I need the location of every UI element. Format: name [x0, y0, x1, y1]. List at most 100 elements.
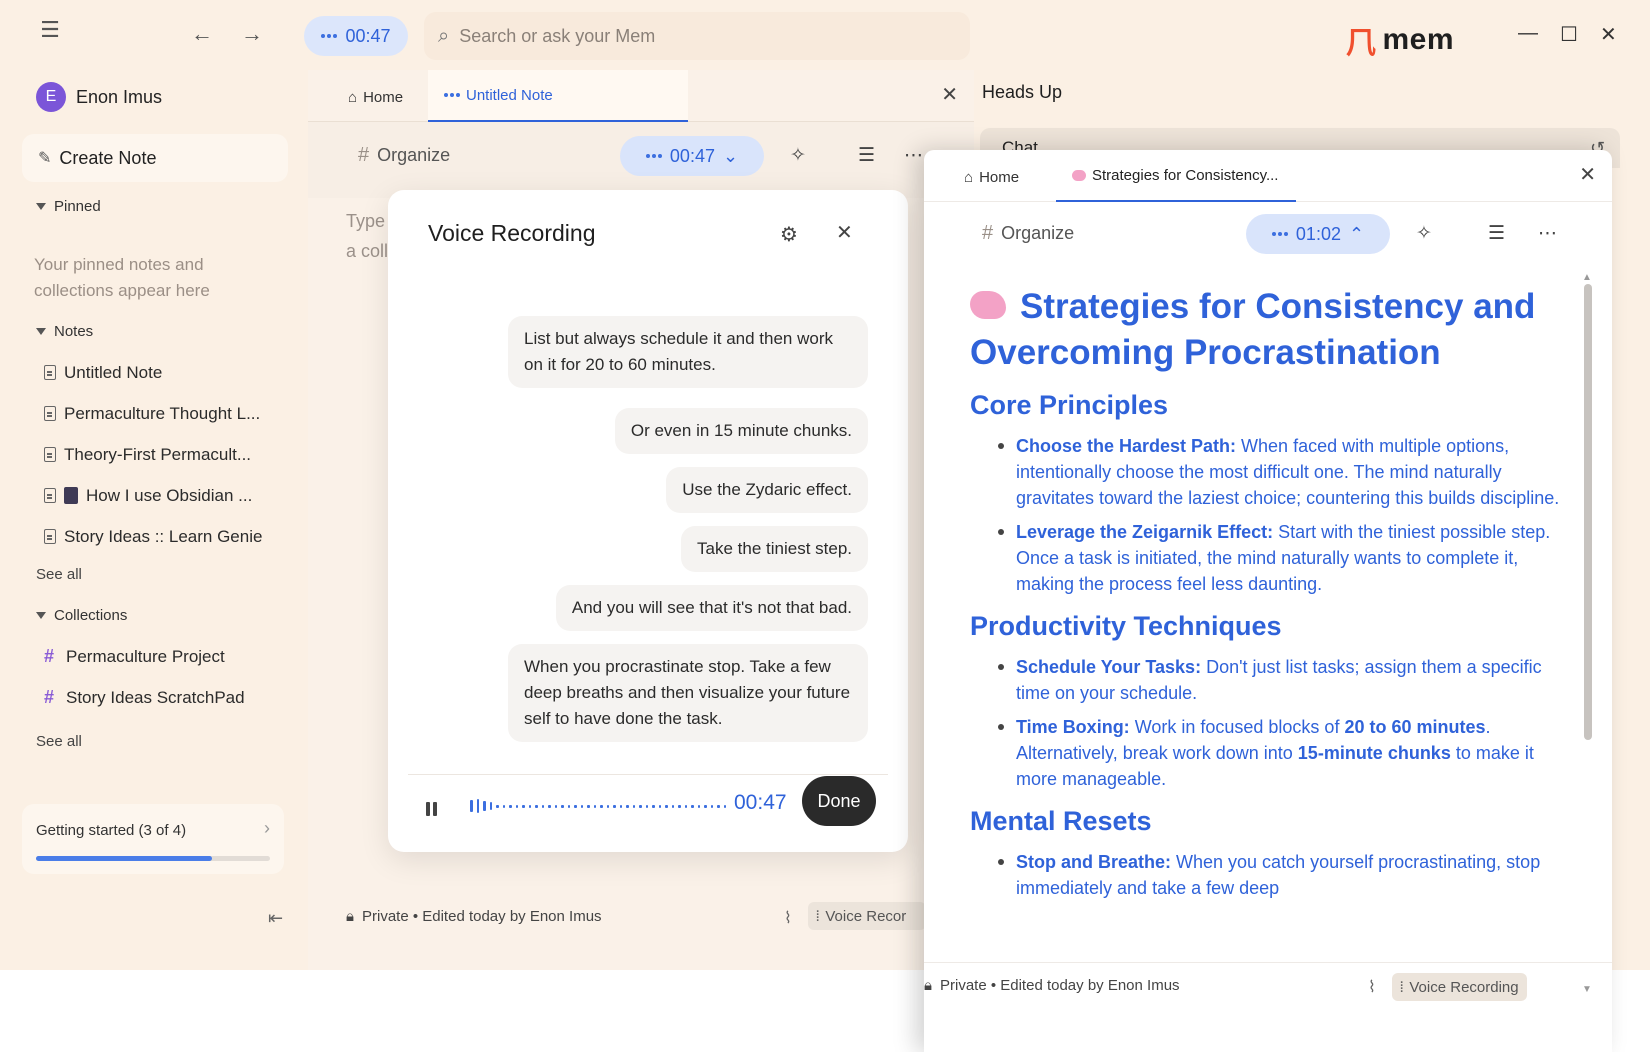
sidebar-collection-item[interactable]: # Story Ideas ScratchPad — [44, 677, 245, 718]
organize-button[interactable]: # Organize — [358, 144, 450, 167]
timer-text: 00:47 — [669, 145, 715, 166]
note-label: How I use Obsidian ... — [86, 485, 253, 505]
recording-dropdown[interactable]: 00:47 ⌄ — [620, 136, 764, 176]
waveform-bar — [691, 804, 694, 808]
waveform-bar — [489, 802, 492, 810]
voice-recording-chip[interactable]: ⦙ Voice Recor — [808, 902, 926, 930]
note-label: Untitled Note — [64, 362, 163, 382]
waveform-bar — [522, 804, 525, 808]
chevron-down-icon: ⌄ — [722, 145, 739, 166]
audio-waveform — [470, 799, 726, 813]
bold-term: Leverage the Zeigarnik Effect: — [1016, 522, 1274, 542]
attachment-icon[interactable]: ⌇ — [1368, 977, 1376, 997]
content-clip — [924, 942, 1612, 964]
sidebar-collection-item[interactable]: # Permaculture Project — [44, 636, 245, 677]
collections-section-toggle[interactable]: Collections — [36, 607, 127, 624]
maximize-icon[interactable]: ☐ — [1560, 22, 1578, 47]
more-icon[interactable]: ⋯ — [904, 144, 923, 167]
sidebar-note-item[interactable]: Theory-First Permacult... — [44, 434, 262, 475]
waveform-bar — [684, 804, 687, 808]
waveform-bar — [600, 804, 603, 808]
create-note-button[interactable]: ✎ Create Note — [22, 134, 288, 182]
recording-timer-pill[interactable]: 00:47 — [304, 16, 408, 56]
collections-list: # Permaculture Project # Story Ideas Scr… — [44, 636, 245, 718]
tab-label: Home — [979, 168, 1020, 186]
magic-wand-icon[interactable]: ✧ — [790, 144, 806, 167]
center-tabbar: ⌂ Home Untitled Note ✕ — [308, 70, 974, 122]
chevron-up-icon: ⌃ — [1348, 223, 1365, 244]
collections-see-all-link[interactable]: See all — [36, 733, 82, 750]
forward-arrow-icon[interactable]: → — [240, 21, 264, 46]
pinned-section-toggle[interactable]: Pinned — [36, 198, 101, 215]
sidebar-note-item[interactable]: Untitled Note — [44, 352, 262, 393]
attachment-icon[interactable]: ⌇ — [784, 908, 792, 928]
center-toolbar: # Organize 00:47 ⌄ ✧ ☰ ⋯ — [308, 122, 974, 198]
close-pane-icon[interactable]: ✕ — [941, 82, 958, 107]
waveform-bar — [548, 804, 551, 808]
search-input[interactable]: ⌕ Search or ask your Mem — [424, 12, 970, 60]
waveform-bar — [645, 804, 648, 808]
notes-see-all-link[interactable]: See all — [36, 566, 82, 583]
tab-home[interactable]: ⌂ Home — [348, 80, 403, 114]
tab-untitled-note[interactable]: Untitled Note — [428, 70, 688, 122]
outline-icon[interactable]: ☰ — [858, 144, 875, 167]
chip-label: Voice Recording — [1409, 978, 1519, 996]
close-panel-icon[interactable]: ✕ — [1579, 162, 1596, 187]
heads-up-title: Heads Up — [982, 82, 1063, 102]
bullet-list: Schedule Your Tasks: Don't just list tas… — [970, 654, 1560, 792]
waveform-bar — [593, 804, 596, 808]
waveform-bar — [515, 804, 518, 808]
more-icon[interactable]: ⋯ — [1538, 222, 1557, 245]
sidebar-note-item[interactable]: Story Ideas :: Learn Genie — [44, 516, 262, 557]
waveform-bar — [723, 804, 726, 808]
collapse-sidebar-icon[interactable]: ⇤ — [268, 908, 283, 929]
brain-icon — [970, 290, 1006, 319]
avatar: E — [36, 82, 66, 112]
transcript-bubble: List but always schedule it and then wor… — [508, 316, 868, 388]
user-name: Enon Imus — [76, 86, 163, 107]
collections-heading: Collections — [54, 607, 128, 624]
section-heading: Mental Resets — [970, 806, 1152, 836]
logo-mark-icon: ⺇ — [1346, 27, 1377, 60]
voice-recording-chip[interactable]: ⦙ Voice Recording — [1392, 973, 1527, 1001]
timer-text: 01:02 — [1295, 223, 1341, 244]
user-menu[interactable]: E Enon Imus — [36, 82, 162, 112]
note-label: Story Ideas :: Learn Genie — [64, 526, 263, 546]
magic-wand-icon[interactable]: ✧ — [1416, 222, 1432, 245]
getting-started-card[interactable]: Getting started (3 of 4) › — [22, 804, 284, 874]
waveform-bar — [652, 804, 655, 808]
section-heading: Productivity Techniques — [970, 611, 1282, 641]
pause-icon[interactable] — [426, 802, 437, 816]
waveform-bar — [710, 804, 713, 808]
notes-heading: Notes — [54, 323, 94, 340]
organize-button[interactable]: # Organize — [982, 222, 1074, 245]
caret-down-icon — [36, 203, 46, 210]
notes-section-toggle[interactable]: Notes — [36, 323, 93, 340]
hashtag-icon: # — [358, 144, 370, 166]
sidebar-note-item[interactable]: Permaculture Thought L... — [44, 393, 262, 434]
waveform-bar — [580, 804, 583, 808]
transcript-bubble: Use the Zydaric effect. — [666, 467, 868, 513]
title-text: Strategies for Consistency and Overcomin… — [970, 287, 1536, 372]
recording-dropdown[interactable]: 01:02 ⌃ — [1246, 214, 1390, 254]
document-icon — [44, 447, 56, 462]
outline-icon[interactable]: ☰ — [1488, 222, 1505, 245]
create-note-label: Create Note — [59, 147, 157, 168]
floating-footer: 🔒︎ Private • Edited today by Enon Imus ⌇… — [924, 962, 1612, 1012]
menu-icon[interactable]: ☰ — [38, 17, 62, 42]
hashtag-icon: # — [44, 646, 55, 666]
tab-strategies-note[interactable]: Strategies for Consistency... — [1056, 150, 1296, 202]
tab-home[interactable]: ⌂ Home — [964, 160, 1019, 194]
minimize-icon[interactable]: — — [1518, 22, 1538, 45]
close-modal-icon[interactable]: ✕ — [836, 220, 853, 245]
settings-icon[interactable]: ⚙ — [780, 222, 798, 247]
back-arrow-icon[interactable]: ← — [190, 21, 214, 46]
scroll-up-icon[interactable]: ▲ — [1582, 272, 1592, 283]
close-window-icon[interactable]: ✕ — [1600, 22, 1617, 47]
done-button[interactable]: Done — [802, 776, 876, 826]
sidebar-note-item[interactable]: How I use Obsidian ... — [44, 475, 262, 516]
waveform-icon: ⦙ — [816, 907, 820, 925]
section-heading: Core Principles — [970, 390, 1169, 420]
note-document[interactable]: Strategies for Consistency and Overcomin… — [970, 284, 1560, 909]
scrollbar-thumb[interactable] — [1584, 284, 1592, 740]
